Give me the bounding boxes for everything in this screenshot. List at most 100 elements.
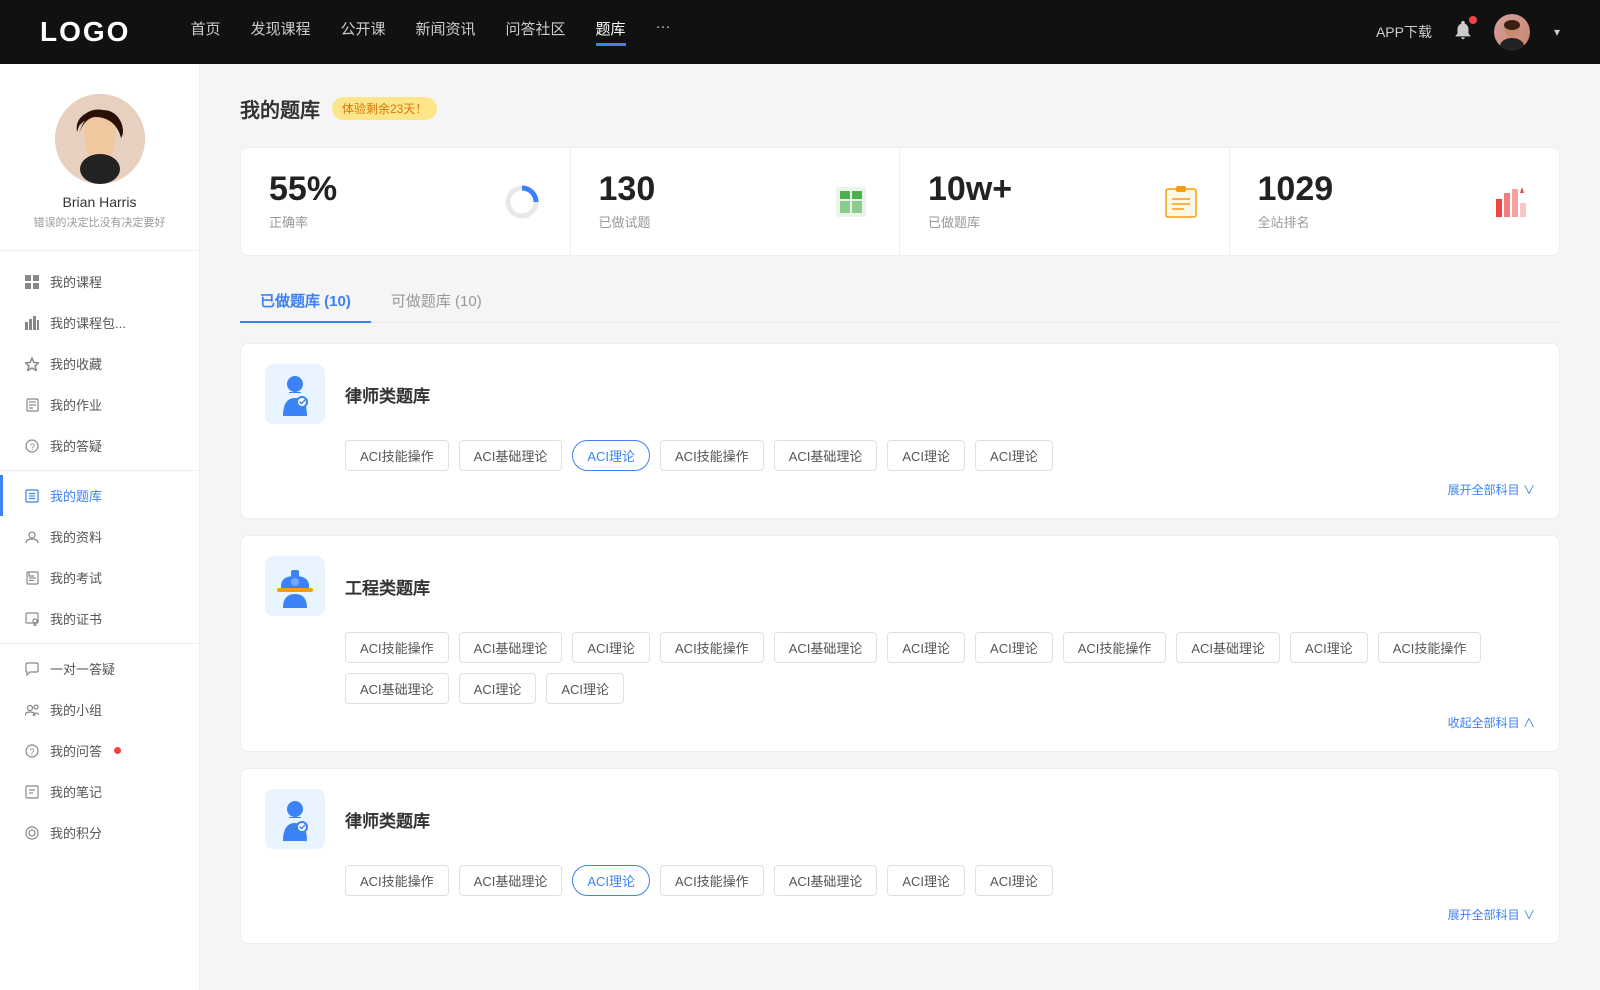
tab-available-banks[interactable]: 可做题库 (10)	[371, 280, 502, 321]
nav-home[interactable]: 首页	[190, 18, 220, 46]
tag-2-10[interactable]: ACI技能操作	[1378, 632, 1482, 663]
tag-3-6[interactable]: ACI理论	[975, 865, 1053, 896]
qbank-collapse-btn-2[interactable]: 收起全部科目 ∧	[265, 714, 1535, 731]
tag-3-1[interactable]: ACI基础理论	[459, 865, 563, 896]
tag-2-7[interactable]: ACI技能操作	[1063, 632, 1167, 663]
tag-2-11[interactable]: ACI基础理论	[345, 673, 449, 704]
tag-2-1[interactable]: ACI基础理论	[459, 632, 563, 663]
sidebar-item-exam[interactable]: 我的考试	[0, 557, 199, 598]
nav-more[interactable]: ···	[656, 18, 671, 46]
sidebar-divider-1	[0, 470, 199, 471]
sidebar-item-favorites[interactable]: 我的收藏	[0, 343, 199, 384]
qbank-title-1: 律师类题库	[345, 382, 430, 407]
tag-1-0[interactable]: ACI技能操作	[345, 440, 449, 471]
sidebar-item-qa[interactable]: ? 我的答疑	[0, 425, 199, 466]
logo[interactable]: LOGO	[40, 16, 130, 48]
nav-courses[interactable]: 发现课程	[250, 18, 310, 46]
sidebar-profile: Brian Harris 错误的决定比没有决定要好	[0, 94, 199, 251]
sidebar-item-group[interactable]: 我的小组	[0, 689, 199, 730]
tag-3-2[interactable]: ACI理论	[572, 865, 650, 896]
tag-2-4[interactable]: ACI基础理论	[774, 632, 878, 663]
sidebar-item-points[interactable]: 我的积分	[0, 812, 199, 853]
sidebar-item-course-pkg[interactable]: 我的课程包...	[0, 302, 199, 343]
sidebar-user-name: Brian Harris	[63, 194, 137, 210]
sidebar-item-my-qa[interactable]: ? 我的问答	[0, 730, 199, 771]
stat-rank-left: 1029 全站排名	[1258, 172, 1334, 231]
tag-1-1[interactable]: ACI基础理论	[459, 440, 563, 471]
tag-2-5[interactable]: ACI理论	[887, 632, 965, 663]
page-header: 我的题库 体验剩余23天！	[240, 94, 1560, 123]
qbank-icon-lawyer-2	[265, 789, 325, 849]
qbank-tags-1: ACI技能操作 ACI基础理论 ACI理论 ACI技能操作 ACI基础理论 AC…	[265, 440, 1535, 471]
doc-icon	[24, 397, 40, 413]
stat-questions-done-label: 已做试题	[599, 212, 656, 231]
sidebar-label-my-qa: 我的问答	[50, 741, 102, 760]
note-icon	[24, 784, 40, 800]
stat-banks-done-left: 10w+ 已做题库	[928, 172, 1012, 231]
nav-qbank[interactable]: 题库	[596, 18, 626, 46]
nav-news[interactable]: 新闻资讯	[416, 18, 476, 46]
stat-questions-done-number: 130	[599, 172, 656, 206]
sidebar-label-course-pkg: 我的课程包...	[50, 313, 126, 332]
stats-row: 55% 正确率 130 已做试题	[240, 147, 1560, 256]
tag-3-4[interactable]: ACI基础理论	[774, 865, 878, 896]
nav-open-courses[interactable]: 公开课	[340, 18, 385, 46]
stat-rank: 1029 全站排名	[1230, 148, 1560, 255]
qa-icon: ?	[24, 743, 40, 759]
avatar-icon	[1494, 14, 1530, 50]
navbar-dropdown-arrow[interactable]: ▾	[1554, 25, 1560, 39]
tag-3-5[interactable]: ACI理论	[887, 865, 965, 896]
qbank-header-2: 工程类题库	[265, 556, 1535, 616]
question-icon: ?	[24, 438, 40, 454]
tag-1-2[interactable]: ACI理论	[572, 440, 650, 471]
tag-3-0[interactable]: ACI技能操作	[345, 865, 449, 896]
profile-avatar-image	[55, 94, 145, 184]
tag-2-13[interactable]: ACI理论	[546, 673, 624, 704]
qbank-expand-btn-3[interactable]: 展开全部科目 ∨	[265, 906, 1535, 923]
qbank-tags-2: ACI技能操作 ACI基础理论 ACI理论 ACI技能操作 ACI基础理论 AC…	[265, 632, 1535, 704]
tag-2-6[interactable]: ACI理论	[975, 632, 1053, 663]
tab-done-banks[interactable]: 已做题库 (10)	[240, 280, 371, 321]
tag-2-8[interactable]: ACI基础理论	[1176, 632, 1280, 663]
tag-2-9[interactable]: ACI理论	[1290, 632, 1368, 663]
stat-rank-number: 1029	[1258, 172, 1334, 206]
lawyer-icon-2	[273, 797, 317, 841]
tag-2-12[interactable]: ACI理论	[459, 673, 537, 704]
sidebar-item-notes[interactable]: 我的笔记	[0, 771, 199, 812]
stat-banks-done-number: 10w+	[928, 172, 1012, 206]
sidebar-item-certificate[interactable]: 我的证书	[0, 598, 199, 639]
main-content: 我的题库 体验剩余23天！ 55% 正确率	[200, 64, 1600, 990]
user-avatar[interactable]	[1494, 14, 1530, 50]
sidebar-avatar	[55, 94, 145, 184]
notification-bell[interactable]	[1452, 19, 1474, 46]
app-download-button[interactable]: APP下载	[1376, 22, 1432, 42]
stat-accuracy-left: 55% 正确率	[269, 172, 337, 231]
stat-questions-done: 130 已做试题	[571, 148, 901, 255]
tag-1-6[interactable]: ACI理论	[975, 440, 1053, 471]
tag-2-0[interactable]: ACI技能操作	[345, 632, 449, 663]
tag-1-4[interactable]: ACI基础理论	[774, 440, 878, 471]
qbank-card-lawyer-2: 律师类题库 ACI技能操作 ACI基础理论 ACI理论 ACI技能操作 ACI基…	[240, 768, 1560, 944]
sidebar-item-homework[interactable]: 我的作业	[0, 384, 199, 425]
sidebar-item-qbank[interactable]: 我的题库	[0, 475, 199, 516]
sidebar-item-profile[interactable]: 我的资料	[0, 516, 199, 557]
qbank-expand-btn-1[interactable]: 展开全部科目 ∨	[265, 481, 1535, 498]
group-icon	[24, 702, 40, 718]
sidebar-label-courses: 我的课程	[50, 272, 102, 291]
sidebar-label-qbank: 我的题库	[50, 486, 102, 505]
avatar-placeholder	[1494, 14, 1530, 50]
tag-3-3[interactable]: ACI技能操作	[660, 865, 764, 896]
tag-2-3[interactable]: ACI技能操作	[660, 632, 764, 663]
qbank-icon-lawyer-1	[265, 364, 325, 424]
people-icon	[24, 529, 40, 545]
sidebar-item-tutoring[interactable]: 一对一答疑	[0, 648, 199, 689]
stat-accuracy-number: 55%	[269, 172, 337, 206]
sidebar-item-courses[interactable]: 我的课程	[0, 261, 199, 302]
star-icon	[24, 356, 40, 372]
tag-1-3[interactable]: ACI技能操作	[660, 440, 764, 471]
tag-2-2[interactable]: ACI理论	[572, 632, 650, 663]
nav-qa[interactable]: 问答社区	[506, 18, 566, 46]
tag-1-5[interactable]: ACI理论	[887, 440, 965, 471]
certificate-icon	[24, 611, 40, 627]
trial-badge: 体验剩余23天！	[332, 97, 437, 120]
